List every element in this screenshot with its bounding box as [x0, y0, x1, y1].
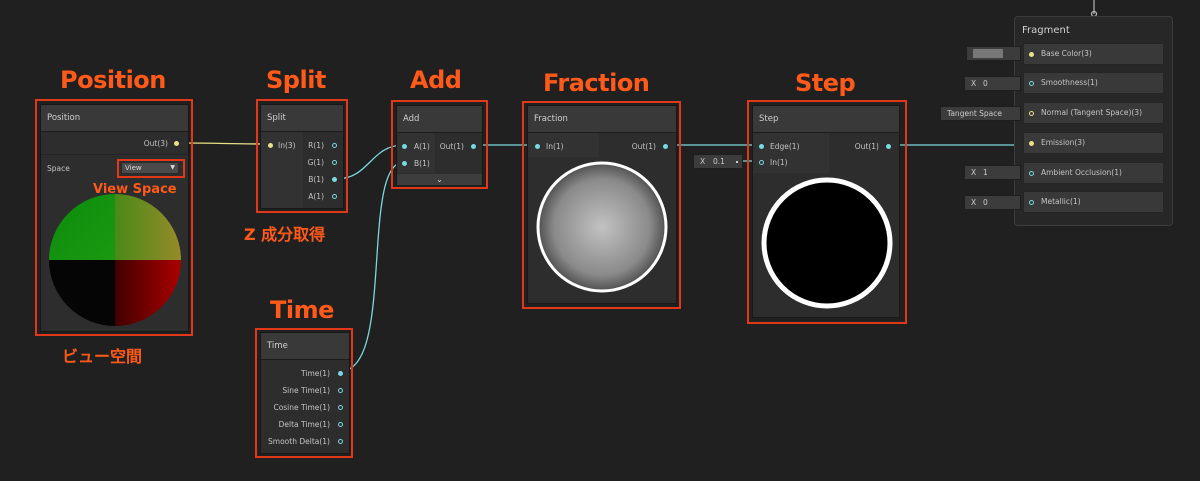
- annotation-time: Time: [270, 296, 334, 324]
- annotation-view-space: View Space: [93, 182, 177, 197]
- step-edge-value: 0.1: [713, 157, 725, 166]
- time-highlight-box: [255, 328, 353, 458]
- step-highlight-box: [747, 100, 907, 324]
- metallic-x-label: X: [971, 198, 977, 207]
- ambient-occlusion-field[interactable]: X 1: [964, 165, 1021, 180]
- ambient-occlusion-value: 1: [983, 168, 988, 177]
- fraction-highlight-box: [522, 101, 681, 309]
- emission-label: Emission(3): [1041, 138, 1085, 147]
- base-color-swatch-field[interactable]: [966, 46, 1021, 61]
- base-color-swatch[interactable]: [973, 49, 1003, 58]
- add-highlight-box: [391, 100, 488, 189]
- annotation-step: Step: [795, 69, 856, 97]
- base-color-port-icon[interactable]: [1029, 52, 1034, 57]
- ambient-occlusion-x-label: X: [971, 168, 977, 177]
- fragment-title: Fragment: [1022, 25, 1070, 36]
- fragment-block-normal[interactable]: Normal (Tangent Space)(3): [1023, 102, 1164, 124]
- annotation-fraction: Fraction: [543, 69, 650, 97]
- metallic-value: 0: [983, 198, 988, 207]
- annotation-view-space-jp: ビュー空間: [62, 347, 143, 366]
- metallic-port-icon[interactable]: [1029, 200, 1034, 205]
- normal-space-value: Tangent Space: [947, 109, 1002, 118]
- smoothness-field[interactable]: X 0: [964, 76, 1021, 91]
- split-highlight-box: [256, 99, 348, 213]
- view-dropdown-highlight-box: [117, 159, 185, 178]
- smoothness-value: 0: [983, 79, 988, 88]
- annotation-z-component: Z 成分取得: [244, 225, 326, 244]
- smoothness-label: Smoothness(1): [1041, 78, 1098, 87]
- ambient-occlusion-label: Ambient Occlusion(1): [1041, 168, 1122, 177]
- metallic-label: Metallic(1): [1041, 197, 1081, 206]
- normal-port-icon[interactable]: [1029, 111, 1034, 116]
- step-edge-value-field[interactable]: X 0.1: [693, 154, 743, 169]
- base-color-label: Base Color(3): [1041, 49, 1092, 58]
- ambient-occlusion-port-icon[interactable]: [1029, 171, 1034, 176]
- fragment-block-emission[interactable]: Emission(3): [1023, 132, 1164, 154]
- metallic-field[interactable]: X 0: [964, 195, 1021, 210]
- annotation-split: Split: [266, 66, 326, 94]
- fragment-block-metallic[interactable]: Metallic(1): [1023, 191, 1164, 213]
- emission-port-icon[interactable]: [1029, 141, 1034, 146]
- step-edge-value-port-icon: [736, 161, 738, 163]
- smoothness-x-label: X: [971, 79, 977, 88]
- annotation-add: Add: [410, 66, 462, 94]
- smoothness-port-icon[interactable]: [1029, 81, 1034, 86]
- annotation-position: Position: [60, 66, 166, 94]
- normal-space-field[interactable]: Tangent Space: [940, 106, 1021, 121]
- fragment-block-base-color[interactable]: Base Color(3): [1023, 43, 1164, 65]
- position-highlight-box: [35, 99, 193, 336]
- step-edge-x-label: X: [700, 157, 706, 166]
- fragment-block-smoothness[interactable]: Smoothness(1): [1023, 72, 1164, 94]
- fragment-block-ambient-occlusion[interactable]: Ambient Occlusion(1): [1023, 162, 1164, 184]
- normal-label: Normal (Tangent Space)(3): [1041, 108, 1142, 117]
